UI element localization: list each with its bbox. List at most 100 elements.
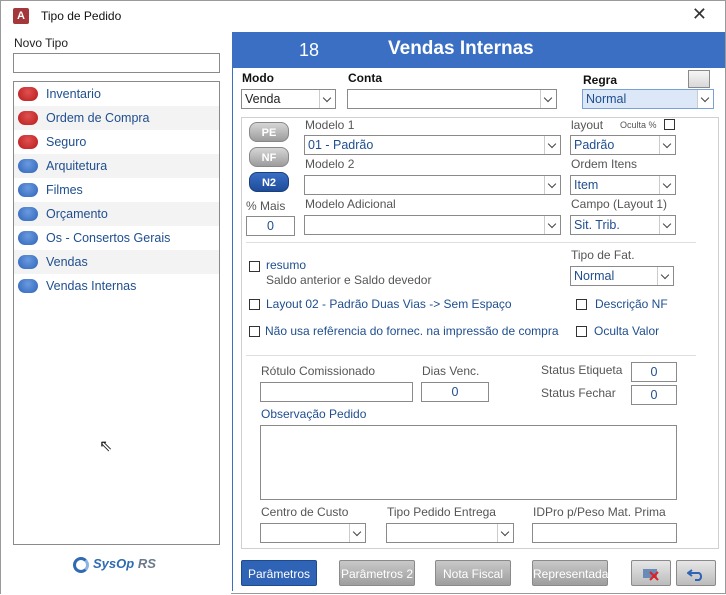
status-fechar-input[interactable]: 0: [631, 385, 677, 405]
oculta-valor-label: Oculta Valor: [594, 324, 660, 338]
layout02-label: Layout 02 - Padrão Duas Vias -> Sem Espa…: [266, 297, 512, 311]
header-number: 18: [299, 40, 320, 60]
chevron-down-icon[interactable]: [657, 267, 673, 285]
list-item[interactable]: Vendas Internas: [14, 274, 219, 298]
nf-pill-button[interactable]: NF: [249, 147, 289, 167]
descricao-nf-checkbox[interactable]: [576, 299, 587, 310]
list-item-label: Ordem de Compra: [46, 111, 150, 125]
modo-select[interactable]: Venda: [241, 89, 336, 109]
list-item[interactable]: Arquitetura: [14, 154, 219, 178]
blue-status-icon: [18, 279, 38, 293]
oculta-pct-checkbox[interactable]: [664, 119, 675, 130]
list-item-label: Seguro: [46, 135, 87, 149]
tipo-fat-value: Normal: [574, 269, 615, 283]
descricao-nf-label: Descrição NF: [595, 297, 668, 311]
report-button[interactable]: [688, 70, 710, 88]
list-item[interactable]: Seguro: [14, 130, 219, 154]
chevron-down-icon[interactable]: [319, 90, 335, 108]
modelo2-label: Modelo 2: [305, 157, 355, 171]
mais-input[interactable]: 0: [246, 216, 295, 236]
logo-suffix: RS: [137, 556, 156, 571]
list-item[interactable]: Ordem de Compra: [14, 106, 219, 130]
close-icon[interactable]: ✕: [692, 4, 707, 25]
left-panel: Novo Tipo Inventario Ordem de Compra Segur…: [1, 31, 231, 595]
resumo-checkbox[interactable]: [249, 261, 260, 272]
blue-status-icon: [18, 255, 38, 269]
status-etiqueta-label: Status Etiqueta: [541, 363, 623, 377]
list-item[interactable]: Vendas: [14, 250, 219, 274]
observacao-textarea[interactable]: [260, 425, 677, 500]
title-bar: A Tipo de Pedido ✕: [1, 1, 725, 31]
window: A Tipo de Pedido ✕ Novo Tipo Inventario O…: [0, 0, 726, 595]
right-panel: 18 Vendas Internas Modo Venda Conta Regr…: [232, 32, 725, 591]
nota-fiscal-button[interactable]: Nota Fiscal: [435, 560, 511, 586]
list-item[interactable]: Filmes: [14, 178, 219, 202]
chevron-down-icon[interactable]: [540, 90, 556, 108]
regra-select[interactable]: Normal: [582, 89, 714, 109]
list-item-label: Vendas Internas: [46, 279, 137, 293]
oculta-valor-checkbox[interactable]: [576, 326, 587, 337]
resumo-desc: Saldo anterior e Saldo devedor: [266, 273, 432, 287]
separator: [246, 242, 696, 243]
conta-label: Conta: [348, 71, 382, 85]
separator: [246, 355, 696, 356]
chevron-down-icon[interactable]: [659, 216, 675, 234]
representada-button[interactable]: Representada: [532, 560, 608, 586]
list-item-label: Orçamento: [46, 207, 108, 221]
dias-venc-input[interactable]: 0: [421, 382, 489, 402]
idpro-input[interactable]: [532, 523, 677, 543]
novo-tipo-input[interactable]: [13, 53, 220, 73]
list-item[interactable]: Orçamento: [14, 202, 219, 226]
chevron-down-icon[interactable]: [349, 524, 365, 542]
tipo-entrega-select[interactable]: [386, 523, 514, 543]
chevron-down-icon[interactable]: [659, 136, 675, 154]
ordem-itens-label: Ordem Itens: [571, 157, 638, 171]
list-item[interactable]: Os - Consertos Gerais: [14, 226, 219, 250]
mais-label: % Mais: [246, 199, 286, 213]
chevron-down-icon[interactable]: [497, 524, 513, 542]
delete-button[interactable]: [631, 560, 671, 586]
sysop-logo: SysOp RS: [73, 556, 156, 573]
modelo1-select[interactable]: 01 - Padrão: [304, 135, 561, 155]
dias-venc-label: Dias Venc.: [422, 364, 480, 378]
chevron-down-icon[interactable]: [697, 90, 713, 108]
conta-select[interactable]: [347, 89, 557, 109]
ordem-itens-value: Item: [574, 178, 599, 192]
logo-text: SysOp: [93, 556, 135, 571]
blue-status-icon: [18, 207, 38, 221]
n2-pill-button[interactable]: N2: [249, 172, 289, 192]
status-etiqueta-input[interactable]: 0: [631, 362, 677, 382]
centro-custo-select[interactable]: [260, 523, 366, 543]
sysop-swirl-icon: [73, 556, 89, 573]
tipo-fat-select[interactable]: Normal: [570, 266, 674, 286]
modelo2-select[interactable]: [304, 175, 561, 195]
nao-usa-label: Não usa refêrencia do fornec. na impress…: [265, 324, 559, 338]
nao-usa-checkbox[interactable]: [249, 326, 260, 337]
parametros-button[interactable]: Parâmetros: [241, 560, 317, 586]
access-app-icon: A: [13, 8, 29, 24]
back-button[interactable]: [676, 560, 716, 586]
tipo-entrega-label: Tipo Pedido Entrega: [387, 505, 496, 519]
modelo-adicional-label: Modelo Adicional: [305, 197, 396, 211]
rotulo-input[interactable]: [260, 382, 413, 402]
parametros2-button[interactable]: Parâmetros 2: [339, 560, 415, 586]
layout-select[interactable]: Padrão: [570, 135, 676, 155]
list-item-label: Os - Consertos Gerais: [46, 231, 171, 245]
chevron-down-icon[interactable]: [544, 136, 560, 154]
chevron-down-icon[interactable]: [659, 176, 675, 194]
blue-status-icon: [18, 183, 38, 197]
tipo-list: Inventario Ordem de Compra Seguro Arquitetu…: [13, 81, 220, 545]
centro-custo-label: Centro de Custo: [261, 505, 349, 519]
modelo-adicional-select[interactable]: [304, 215, 561, 235]
list-item-label: Inventario: [46, 87, 101, 101]
chevron-down-icon[interactable]: [544, 216, 560, 234]
resumo-label: resumo: [266, 258, 307, 272]
layout02-checkbox[interactable]: [249, 299, 260, 310]
chevron-down-icon[interactable]: [544, 176, 560, 194]
modelo1-label: Modelo 1: [305, 118, 355, 132]
pe-pill-button[interactable]: PE: [249, 122, 289, 142]
header-title: Vendas Internas: [388, 38, 534, 59]
campo-select[interactable]: Sit. Trib.: [570, 215, 676, 235]
list-item[interactable]: Inventario: [14, 82, 219, 106]
ordem-itens-select[interactable]: Item: [570, 175, 676, 195]
